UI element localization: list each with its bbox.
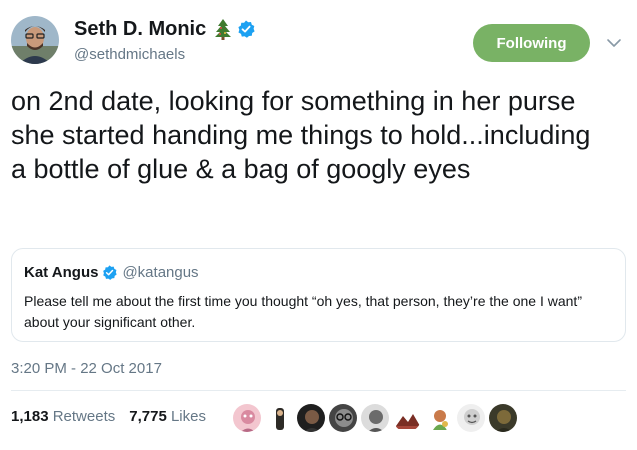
verified-badge-icon (237, 20, 255, 38)
quoted-author-handle: @katangus (122, 264, 199, 281)
author-avatar[interactable] (11, 16, 59, 64)
tweet-timestamp[interactable]: 3:20 PM - 22 Oct 2017 (11, 360, 162, 377)
likers-avatars (232, 403, 520, 433)
retweets-stat[interactable]: 1,183 Retweets (11, 408, 115, 425)
retweets-label: Retweets (52, 408, 116, 425)
tweet-text: on 2nd date, looking for something in he… (11, 86, 591, 184)
quoted-tweet-text: Please tell me about the first time you … (24, 293, 582, 330)
liker-avatar[interactable] (456, 403, 486, 433)
liker-avatar[interactable] (488, 403, 518, 433)
verified-badge-icon (102, 265, 118, 280)
liker-avatar[interactable] (392, 403, 422, 433)
divider (11, 390, 626, 391)
liker-avatar[interactable] (360, 403, 390, 433)
christmas-tree-icon (214, 18, 232, 40)
liker-avatar[interactable] (424, 403, 454, 433)
tweet-card: Seth D. Monic @sethdmichaels Following o… (0, 0, 637, 450)
liker-avatar[interactable] (296, 403, 326, 433)
quoted-tweet-card[interactable]: Kat Angus @katangus Please tell me about… (11, 248, 626, 342)
quoted-author-name: Kat Angus (24, 264, 99, 281)
likes-stat[interactable]: 7,775 Likes (129, 408, 206, 425)
liker-avatar[interactable] (264, 403, 294, 433)
likes-count: 7,775 (129, 408, 167, 425)
tweet-stats: 1,183 Retweets 7,775 Likes (11, 408, 220, 425)
author-display-name[interactable]: Seth D. Monic (74, 18, 206, 41)
retweets-count: 1,183 (11, 408, 49, 425)
quoted-tweet-header: Kat Angus @katangus (24, 264, 199, 281)
following-button[interactable]: Following (473, 24, 590, 62)
author-name-row: Seth D. Monic (74, 16, 255, 42)
chevron-down-icon[interactable] (606, 36, 622, 48)
liker-avatar[interactable] (232, 403, 262, 433)
liker-avatar[interactable] (328, 403, 358, 433)
author-handle[interactable]: @sethdmichaels (74, 46, 185, 63)
likes-label: Likes (170, 408, 206, 425)
